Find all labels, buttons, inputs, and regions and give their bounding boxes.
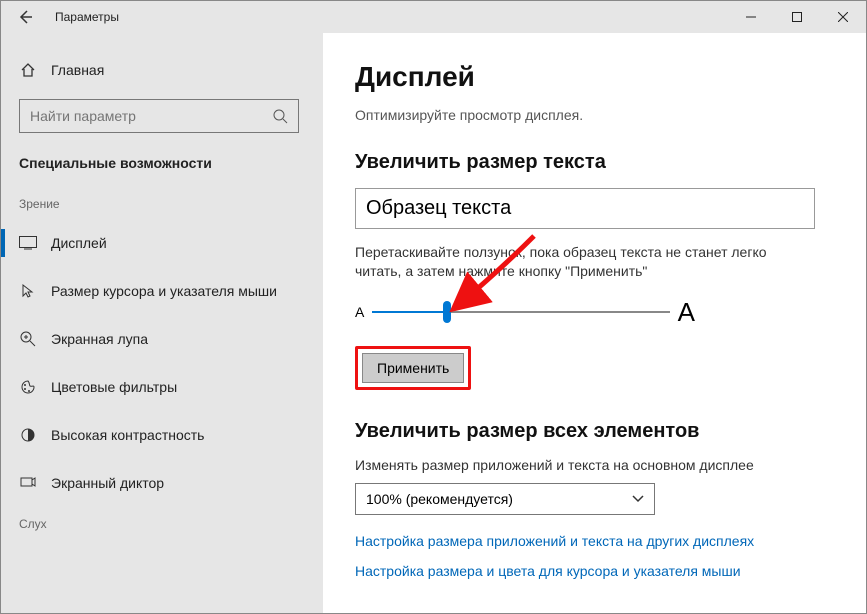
sidebar-item-label: Экранная лупа bbox=[51, 331, 148, 347]
sidebar-item-label: Размер курсора и указателя мыши bbox=[51, 283, 277, 299]
cursor-icon bbox=[19, 282, 37, 300]
narrator-icon bbox=[19, 474, 37, 492]
sidebar-item-display[interactable]: Дисплей bbox=[1, 219, 323, 267]
maximize-icon bbox=[792, 12, 802, 22]
scale-select[interactable]: 100% (рекомендуется) bbox=[355, 483, 655, 515]
content-area: Дисплей Оптимизируйте просмотр дисплея. … bbox=[323, 33, 866, 613]
sidebar-item-contrast[interactable]: Высокая контрастность bbox=[1, 411, 323, 459]
slider-track[interactable] bbox=[372, 311, 669, 313]
display-icon bbox=[19, 234, 37, 252]
window-controls bbox=[728, 1, 866, 33]
window-title: Параметры bbox=[49, 10, 119, 24]
search-input[interactable] bbox=[30, 108, 272, 124]
close-icon bbox=[838, 12, 848, 22]
contrast-icon bbox=[19, 426, 37, 444]
sample-text-box: Образец текста bbox=[355, 188, 815, 229]
page-description: Оптимизируйте просмотр дисплея. bbox=[355, 107, 834, 123]
apply-button[interactable]: Применить bbox=[362, 353, 464, 383]
scale-description: Изменять размер приложений и текста на о… bbox=[355, 457, 834, 473]
palette-icon bbox=[19, 378, 37, 396]
titlebar: Параметры bbox=[1, 1, 866, 33]
sidebar: Главная Специальные возможности Зрение Д… bbox=[1, 33, 323, 613]
link-other-displays[interactable]: Настройка размера приложений и текста на… bbox=[355, 533, 834, 549]
link-cursor-settings[interactable]: Настройка размера и цвета для курсора и … bbox=[355, 563, 834, 579]
minimize-icon bbox=[746, 12, 756, 22]
nav-list: Дисплей Размер курсора и указателя мыши … bbox=[1, 219, 323, 507]
group-vision: Зрение bbox=[1, 193, 323, 219]
sidebar-item-colorfilters[interactable]: Цветовые фильтры bbox=[1, 363, 323, 411]
minimize-button[interactable] bbox=[728, 1, 774, 33]
arrow-left-icon bbox=[17, 9, 33, 25]
apply-highlight: Применить bbox=[355, 346, 471, 390]
search-icon bbox=[272, 108, 288, 124]
sidebar-item-label: Цветовые фильтры bbox=[51, 379, 177, 395]
sidebar-item-narrator[interactable]: Экранный диктор bbox=[1, 459, 323, 507]
sidebar-item-label: Экранный диктор bbox=[51, 475, 164, 491]
back-button[interactable] bbox=[1, 1, 49, 33]
slider-instructions: Перетаскивайте ползунок, пока образец те… bbox=[355, 243, 815, 281]
chevron-down-icon bbox=[632, 495, 644, 503]
slider-label-big: A bbox=[678, 297, 695, 328]
section-scale-title: Увеличить размер всех элементов bbox=[355, 420, 834, 443]
magnifier-icon bbox=[19, 330, 37, 348]
scale-select-value: 100% (рекомендуется) bbox=[366, 491, 513, 507]
sidebar-item-label: Дисплей bbox=[51, 235, 107, 251]
sidebar-home[interactable]: Главная bbox=[19, 51, 299, 89]
close-button[interactable] bbox=[820, 1, 866, 33]
section-textsize-title: Увеличить размер текста bbox=[355, 151, 834, 174]
maximize-button[interactable] bbox=[774, 1, 820, 33]
sidebar-item-label: Высокая контрастность bbox=[51, 427, 204, 443]
text-size-slider[interactable]: A A bbox=[355, 297, 695, 328]
slider-label-small: A bbox=[355, 304, 364, 320]
slider-thumb[interactable] bbox=[443, 301, 451, 323]
home-icon bbox=[19, 61, 37, 79]
sidebar-item-magnifier[interactable]: Экранная лупа bbox=[1, 315, 323, 363]
sidebar-category: Специальные возможности bbox=[1, 133, 323, 193]
slider-fill bbox=[372, 311, 446, 313]
search-box[interactable] bbox=[19, 99, 299, 133]
sidebar-item-cursor[interactable]: Размер курсора и указателя мыши bbox=[1, 267, 323, 315]
page-title: Дисплей bbox=[355, 61, 834, 93]
sidebar-home-label: Главная bbox=[51, 62, 104, 78]
group-hearing: Слух bbox=[1, 513, 323, 539]
